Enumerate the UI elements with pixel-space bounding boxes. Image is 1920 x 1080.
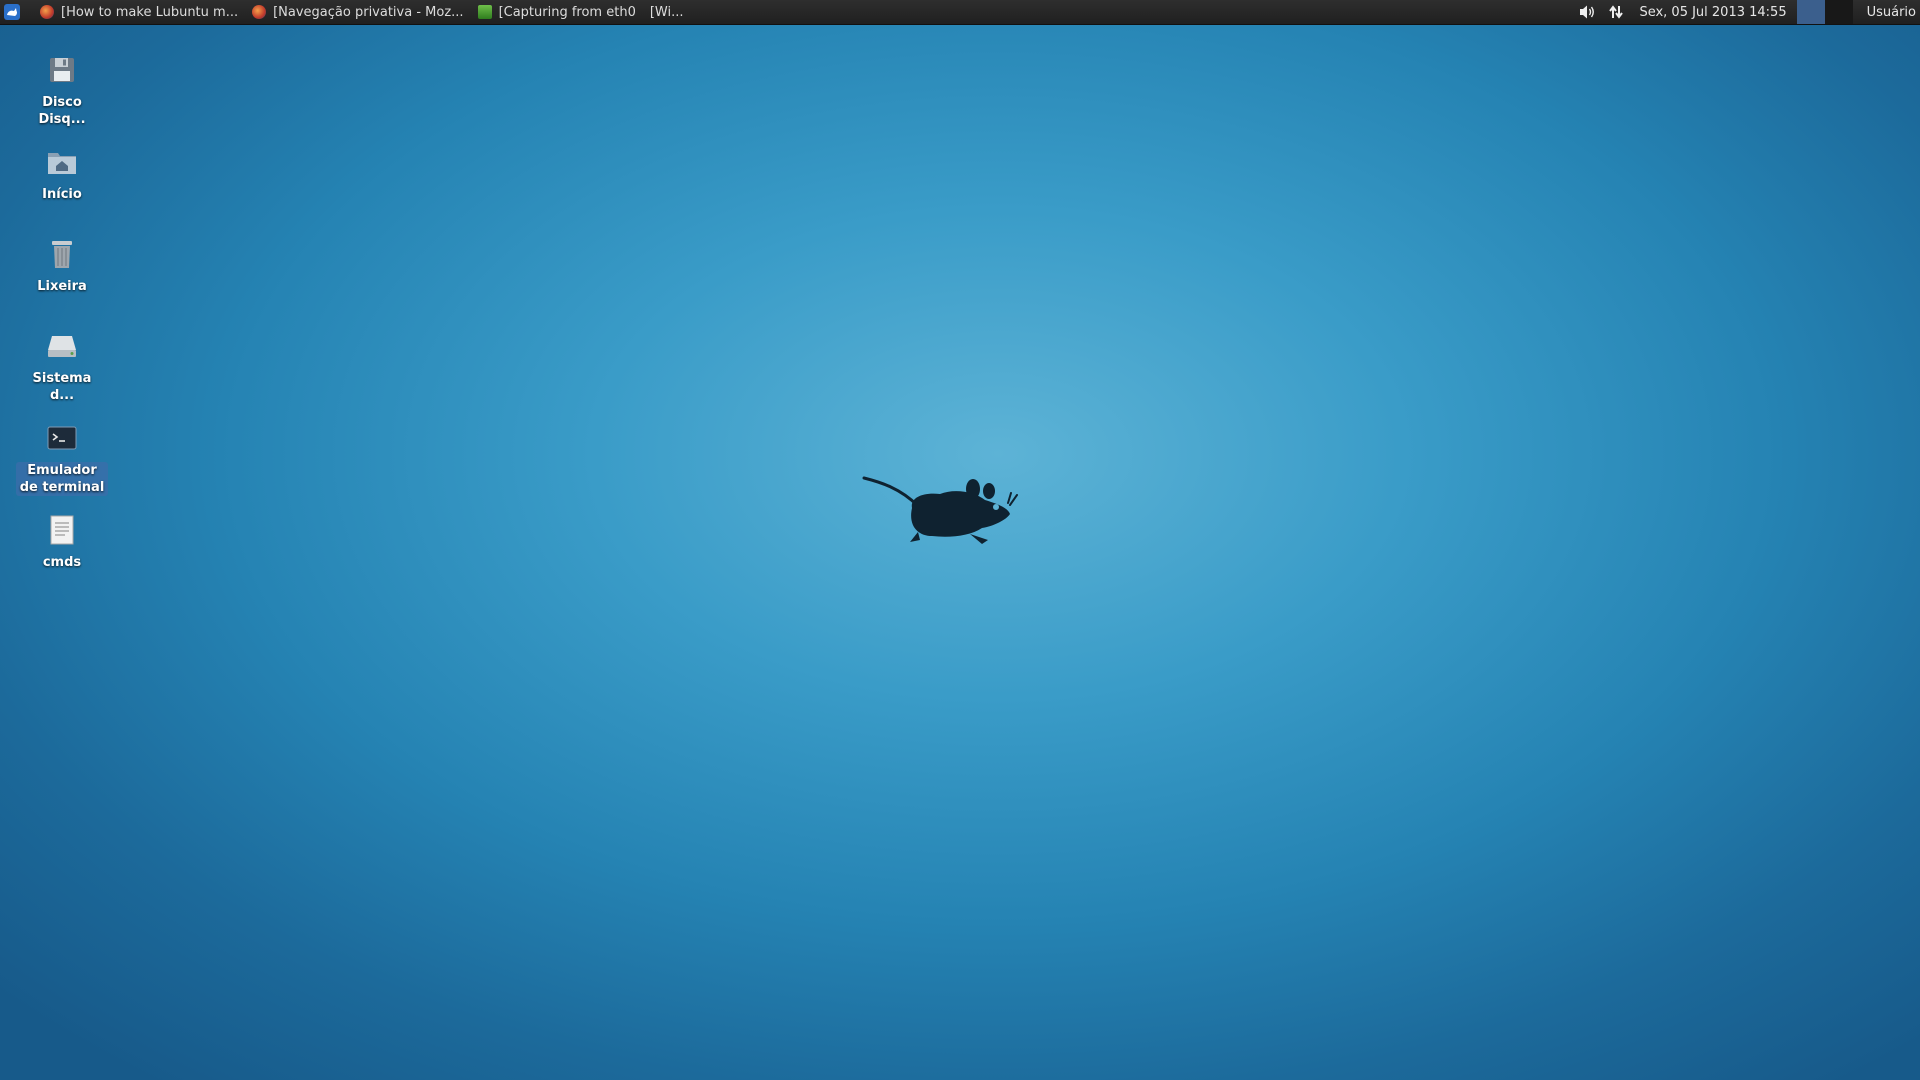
- desktop-icon-label: Emulador de terminal: [16, 462, 108, 496]
- desktop-icon-label: Início: [42, 187, 82, 202]
- applications-menu-button[interactable]: [0, 0, 24, 24]
- desktop-icon-label: Sistema d...: [32, 371, 92, 403]
- filesystem-drive-icon: [44, 328, 80, 364]
- desktop-icon-label: Lixeira: [37, 279, 87, 294]
- xfce-menu-icon: [4, 4, 20, 20]
- user-menu-button[interactable]: Usuário: [1867, 5, 1916, 20]
- top-panel: [How to make Lubuntu m... [Navegação pri…: [0, 0, 1920, 25]
- volume-icon[interactable]: [1577, 0, 1599, 24]
- workspace-switcher[interactable]: [1796, 0, 1853, 24]
- task-button-wireshark[interactable]: [Capturing from eth0: [472, 0, 642, 24]
- firefox-icon: [40, 5, 54, 19]
- desktop-icon-filesystem[interactable]: Sistema d...: [16, 326, 108, 418]
- desktop-icon-label: cmds: [42, 555, 82, 570]
- task-button-private-browsing[interactable]: [Navegação privativa - Moz...: [246, 0, 469, 24]
- desktop-icon-trash[interactable]: Lixeira: [16, 234, 108, 326]
- desktop-icon-label: Disco Disq...: [38, 95, 86, 127]
- desktop-icon-cmds[interactable]: cmds: [16, 510, 108, 602]
- task-button-lubuntu[interactable]: [How to make Lubuntu m...: [34, 0, 244, 24]
- desktop-icon-floppy[interactable]: Disco Disq...: [16, 50, 108, 142]
- firefox-icon: [252, 5, 267, 19]
- desktop-icon-home[interactable]: Início: [16, 142, 108, 234]
- wireshark-icon: [477, 5, 492, 19]
- workspace-2[interactable]: [1824, 0, 1853, 24]
- desktop[interactable]: [How to make Lubuntu m... [Navegação pri…: [0, 0, 1920, 1080]
- clock[interactable]: Sex, 05 Jul 2013 14:55: [1639, 5, 1786, 20]
- panel-tray: Sex, 05 Jul 2013 14:55 Usuário: [1577, 0, 1920, 24]
- desktop-icons: Disco Disq... Início Lixeira Sistema d..…: [16, 50, 108, 602]
- task-label: [Navegação privativa - Moz...: [273, 4, 464, 20]
- task-button-truncated[interactable]: [Wi...: [644, 0, 690, 24]
- text-file-icon: [44, 512, 80, 548]
- task-label: [How to make Lubuntu m...: [61, 4, 239, 20]
- home-folder-icon: [44, 144, 80, 180]
- floppy-disk-icon: [44, 52, 80, 88]
- trash-icon: [44, 236, 80, 272]
- terminal-icon: [44, 420, 80, 456]
- workspace-1[interactable]: [1796, 0, 1825, 24]
- desktop-icon-terminal[interactable]: Emulador de terminal: [16, 418, 108, 510]
- task-label: [Wi...: [649, 4, 684, 20]
- network-activity-icon[interactable]: [1605, 0, 1627, 24]
- task-label: [Capturing from eth0: [498, 4, 636, 20]
- xfce-mouse-logo: [862, 476, 1018, 544]
